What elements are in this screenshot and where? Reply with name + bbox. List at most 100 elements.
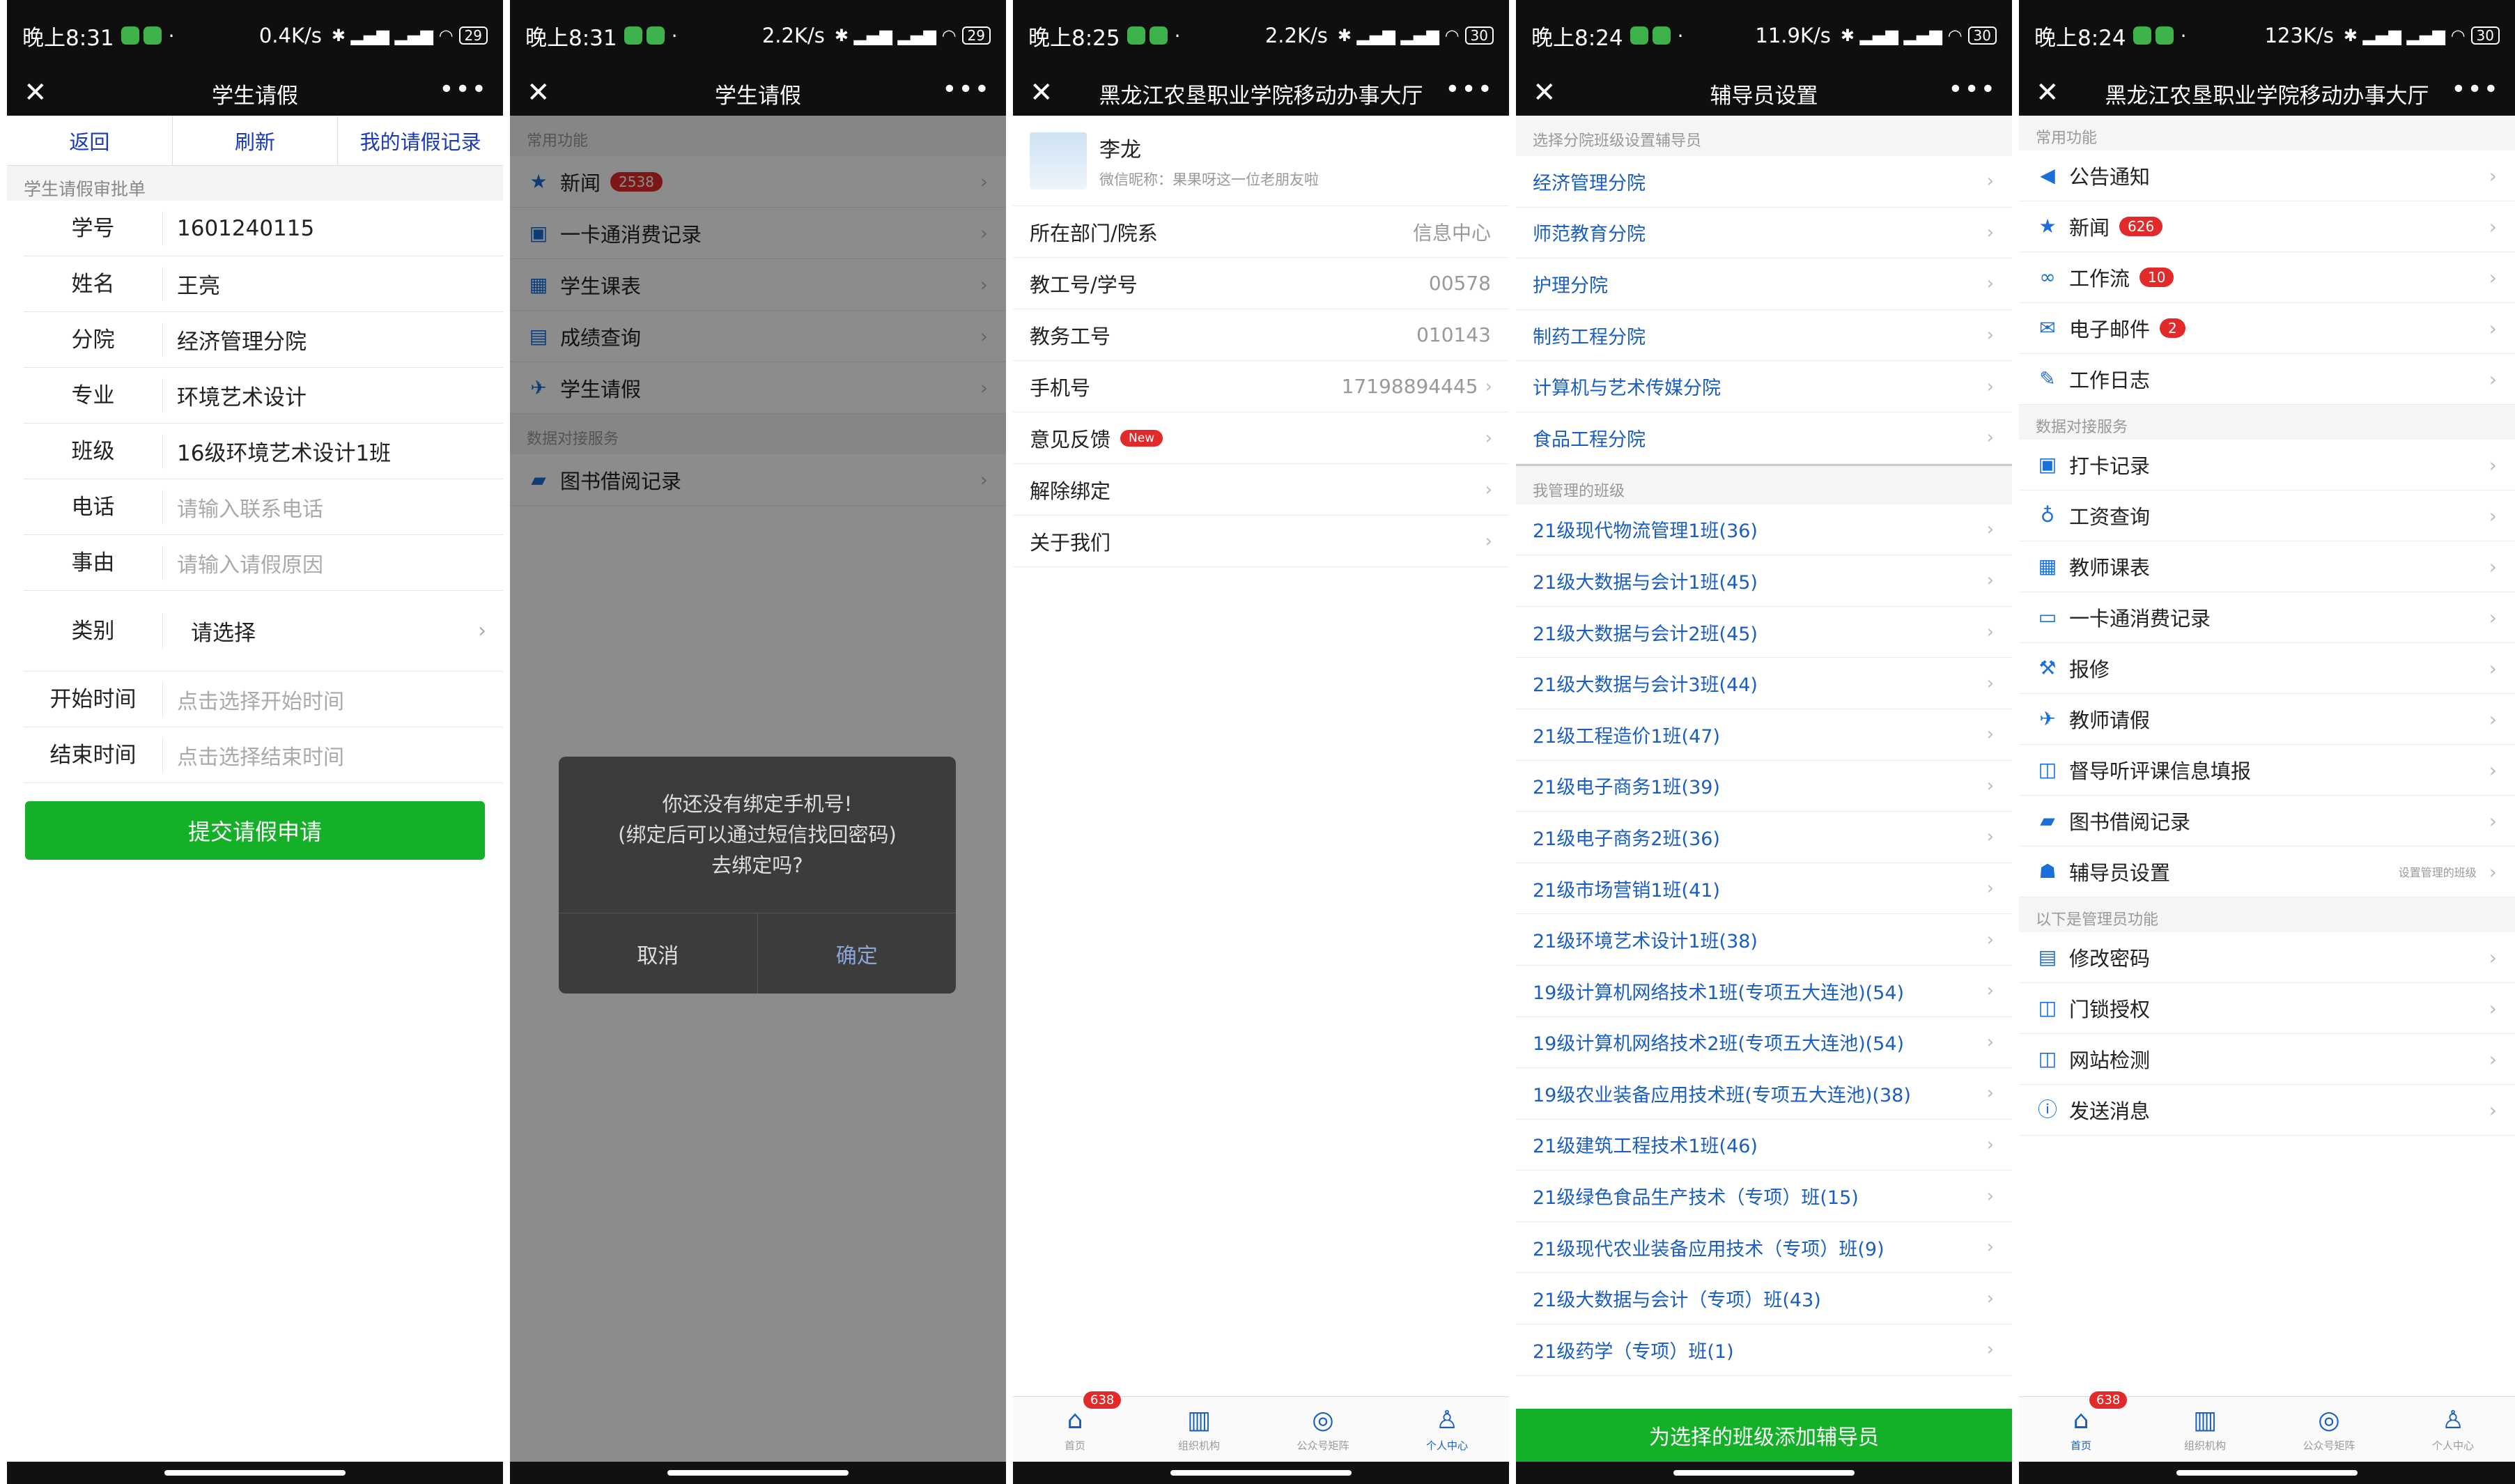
tab-accounts[interactable]: ◎ 公众号矩阵 [1261,1397,1385,1462]
class-item[interactable]: 21级绿色食品生产技术（专项）班(15) › [1516,1170,2012,1222]
menu-item-workflow[interactable]: ∞ 工作流 10 › [2019,252,2515,303]
nav-bar: ✕ 黑龙江农垦职业学院移动办事大厅 ••• [1013,71,1509,116]
branch-item[interactable]: 制药工程分院 › [1516,310,2012,362]
menu-item-library[interactable]: ▰ 图书借阅记录 › [2019,796,2515,847]
modal-overlay[interactable]: 你还没有绑定手机号! (绑定后可以通过短信找回密码) 去绑定吗? 取消 确定 [510,116,1006,1462]
chevron-right-icon: › [1485,479,1492,500]
class-item[interactable]: 21级电子商务2班(36) › [1516,812,2012,863]
class-item[interactable]: 21级大数据与会计2班(45) › [1516,607,2012,658]
status-time: 晚上8:25 [1028,25,1120,51]
my-leave-records-button[interactable]: 我的请假记录 [338,116,503,165]
class-item[interactable]: 21级环境艺术设计1班(38) › [1516,914,2012,966]
menu-item-repair[interactable]: ⚒ 报修 › [2019,643,2515,694]
reason-input[interactable]: 请输入请假原因 [163,548,323,578]
menu-item-card-records[interactable]: ▭ 一卡通消费记录 › [2019,592,2515,643]
close-icon[interactable]: ✕ [1533,77,1556,109]
class-item[interactable]: 21级市场营销1班(41) › [1516,863,2012,915]
category-select[interactable]: 请选择 [163,615,256,647]
more-icon[interactable]: ••• [942,74,991,106]
menu-item-teacher-leave[interactable]: ✈ 教师请假 › [2019,694,2515,745]
lock-icon: ▤ [2038,945,2057,968]
row-about[interactable]: 关于我们 › [1013,516,1509,567]
branch-item[interactable]: 食品工程分院 › [1516,412,2012,464]
class-item[interactable]: 21级大数据与会计1班(45) › [1516,555,2012,607]
nav-bar: ✕ 辅导员设置 ••• [1516,71,2012,116]
tab-personal-center[interactable]: ♙ 个人中心 [1385,1397,1509,1462]
chevron-right-icon: › [2489,555,2497,578]
menu-item-door-lock[interactable]: ◫ 门锁授权 › [2019,983,2515,1034]
action-button-bar: 返回 刷新 我的请假记录 [7,116,503,166]
class-item[interactable]: 21级建筑工程技术1班(46) › [1516,1120,2012,1171]
cancel-button[interactable]: 取消 [559,913,758,994]
back-button[interactable]: 返回 [7,116,173,165]
chevron-right-icon: › [1986,621,1994,643]
start-time-picker[interactable]: 点击选择开始时间 [163,684,344,715]
chevron-right-icon: › [1986,1339,1994,1361]
profile-nickname: 微信昵称：果果呀这一位老朋友啦 [1099,171,1319,188]
more-icon[interactable]: ••• [1445,74,1494,106]
more-icon[interactable]: ••• [1948,74,1997,106]
row-staff-id: 教工号/学号 00578 [1013,258,1509,309]
end-time-picker[interactable]: 点击选择结束时间 [163,740,344,771]
field-category[interactable]: 类别 请选择 › [24,591,503,672]
confirm-button[interactable]: 确定 [758,913,957,994]
field-name: 姓名 王亮 [24,256,503,312]
chevron-right-icon: › [1986,878,1994,899]
class-item[interactable]: 21级工程造价1班(47) › [1516,709,2012,761]
menu-item-clock-in[interactable]: ▣ 打卡记录 › [2019,440,2515,490]
menu-item-change-password[interactable]: ▤ 修改密码 › [2019,932,2515,983]
status-bar: 晚上8:31 · 0.4K/s ✱ ▂▄▆ ▂▄▆ ◠ 29 [7,0,503,71]
tab-home[interactable]: ⌂ 首页 638 [2019,1391,2143,1462]
chevron-right-icon: › [2489,809,2497,833]
tab-personal-center[interactable]: ♙ 个人中心 [2391,1397,2515,1462]
class-item[interactable]: 19级计算机网络技术2班(专项五大连池)(54) › [1516,1017,2012,1069]
more-icon[interactable]: ••• [2451,74,2500,106]
menu-item-email[interactable]: ✉ 电子邮件 2 › [2019,303,2515,354]
class-item[interactable]: 21级现代物流管理1班(36) › [1516,504,2012,556]
dialog-buttons: 取消 确定 [559,913,956,994]
dialog-message: 你还没有绑定手机号! (绑定后可以通过短信找回密码) 去绑定吗? [618,792,897,877]
tab-organization[interactable]: ▥ 组织机构 [1137,1397,1261,1462]
menu-item-teacher-schedule[interactable]: ▦ 教师课表 › [2019,541,2515,592]
chevron-right-icon: › [1485,376,1492,397]
class-item[interactable]: 21级药学（专项）班(1) › [1516,1324,2012,1376]
refresh-button[interactable]: 刷新 [173,116,339,165]
branch-item[interactable]: 经济管理分院 › [1516,156,2012,208]
row-unbind[interactable]: 解除绑定 › [1013,464,1509,516]
menu-item-salary[interactable]: ♁ 工资查询 › [2019,490,2515,541]
class-item[interactable]: 21级电子商务1班(39) › [1516,761,2012,812]
home-badge: 638 [2089,1391,2128,1409]
wrench-icon: ⚒ [2038,656,2057,679]
branch-item[interactable]: 师范教育分院 › [1516,208,2012,259]
close-icon[interactable]: ✕ [2036,77,2059,109]
tab-home[interactable]: ⌂ 首页 638 [1013,1391,1137,1462]
menu-item-site-check[interactable]: ◫ 网站检测 › [2019,1034,2515,1085]
menu-item-announcements[interactable]: ◀ 公告通知 › [2019,150,2515,201]
menu-item-news[interactable]: ★ 新闻 626 › [2019,201,2515,252]
battery-icon: 30 [1464,26,1494,45]
menu-item-send-message[interactable]: ⓘ 发送消息 › [2019,1085,2515,1136]
close-icon[interactable]: ✕ [527,77,550,109]
branch-item[interactable]: 护理分院 › [1516,258,2012,310]
row-phone[interactable]: 手机号 17198894445 › [1013,361,1509,412]
chevron-right-icon: › [1986,1288,1994,1309]
tab-accounts[interactable]: ◎ 公众号矩阵 [2267,1397,2391,1462]
tab-organization[interactable]: ▥ 组织机构 [2143,1397,2267,1462]
class-item[interactable]: 21级大数据与会计（专项）班(43) › [1516,1273,2012,1325]
more-icon[interactable]: ••• [439,74,488,106]
menu-item-counselor-settings[interactable]: ☗ 辅导员设置 设置管理的班级 › [2019,847,2515,897]
network-speed: 123K/s [2264,24,2334,47]
class-item[interactable]: 19级农业装备应用技术班(专项五大连池)(38) › [1516,1068,2012,1120]
menu-item-work-log[interactable]: ✎ 工作日志 › [2019,354,2515,405]
close-icon[interactable]: ✕ [24,77,47,109]
class-item[interactable]: 21级大数据与会计3班(44) › [1516,658,2012,709]
branch-item[interactable]: 计算机与艺术传媒分院 › [1516,361,2012,412]
row-feedback[interactable]: 意见反馈 New › [1013,412,1509,464]
close-icon[interactable]: ✕ [1030,77,1053,109]
class-item[interactable]: 19级计算机网络技术1班(专项五大连池)(54) › [1516,966,2012,1017]
submit-leave-button[interactable]: 提交请假申请 [25,801,485,860]
add-counselor-button[interactable]: 为选择的班级添加辅导员 [1516,1409,2012,1462]
menu-item-supervision[interactable]: ◫ 督导听评课信息填报 › [2019,745,2515,796]
phone-input[interactable]: 请输入联系电话 [163,492,323,523]
class-item[interactable]: 21级现代农业装备应用技术（专项）班(9) › [1516,1222,2012,1274]
